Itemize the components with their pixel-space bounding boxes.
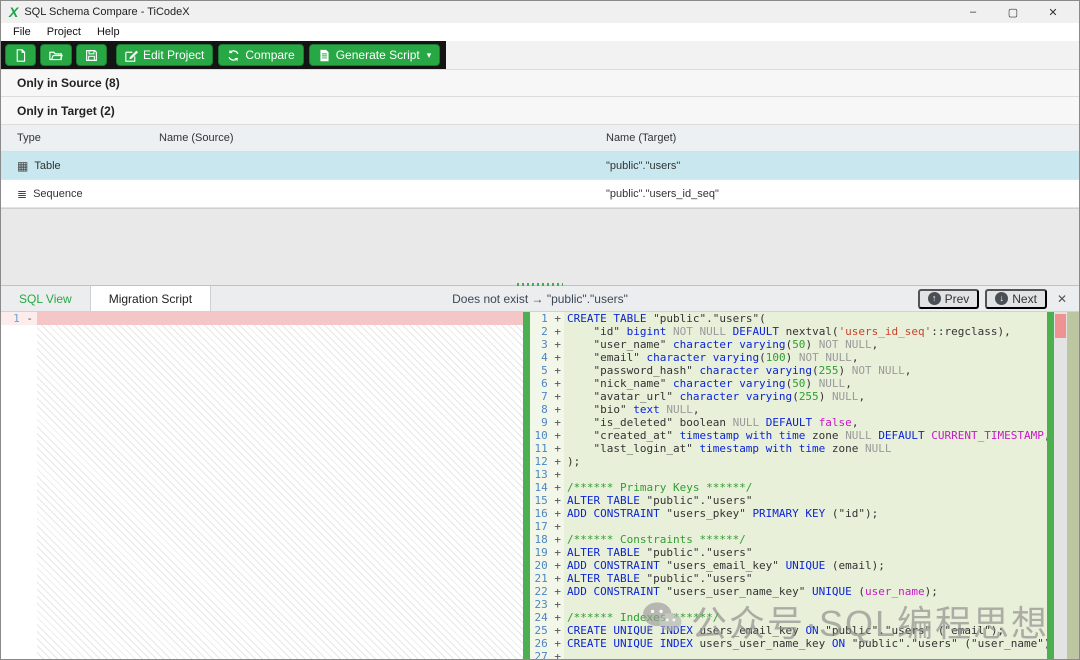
title-bar: X SQL Schema Compare - TiCodeX – ▢ ✕ — [1, 1, 1079, 23]
tab-sql-view[interactable]: SQL View — [1, 286, 90, 311]
diff-added-line: 9 + "is_deleted" boolean NULL DEFAULT fa… — [530, 416, 1047, 429]
toolbar: Edit Project Compare Generate Script ▾ — [1, 41, 446, 69]
prev-label: Prev — [945, 292, 970, 306]
diff-added-line: 8 + "bio" text NULL, — [530, 403, 1047, 416]
only-in-target-label: Only in Target (2) — [17, 104, 115, 118]
sync-icon — [227, 49, 240, 62]
diff-added-line: 25 +CREATE UNIQUE INDEX users_email_key … — [530, 624, 1047, 637]
file-button-group — [5, 44, 107, 66]
next-button[interactable]: ↓ Next — [985, 289, 1047, 309]
diff-left-line-number: 1 - — [1, 312, 37, 325]
script-file-icon — [318, 49, 331, 62]
diff-added-line: 21 +ALTER TABLE "public"."users" — [530, 572, 1047, 585]
diff-added-line: 16 +ADD CONSTRAINT "users_pkey" PRIMARY … — [530, 507, 1047, 520]
diff-added-line: 10 + "created_at" timestamp with time zo… — [530, 429, 1047, 442]
diff-empty-hatch — [37, 325, 523, 659]
table-row[interactable]: ▦ Table "public"."users" — [1, 152, 1079, 180]
diff-left-gutter — [1, 312, 37, 659]
diff-added-line: 19 +ALTER TABLE "public"."users" — [530, 546, 1047, 559]
diff-view: 1 - 1 +CREATE TABLE "public"."users"(2 +… — [1, 312, 1079, 659]
tab-migration-script[interactable]: Migration Script — [90, 286, 211, 311]
maximize-icon[interactable]: ▢ — [993, 6, 1033, 19]
new-project-button[interactable] — [5, 44, 36, 66]
arrow-down-circle-icon: ↓ — [995, 292, 1008, 305]
row-name-target: "public"."users" — [606, 160, 1079, 172]
diff-added-line: 11 + "last_login_at" timestamp with time… — [530, 442, 1047, 455]
diff-added-line: 24 +/****** Indexes ******/ — [530, 611, 1047, 624]
diff-added-line: 12 +); — [530, 455, 1047, 468]
diff-left-pane: 1 - — [1, 312, 523, 659]
next-label: Next — [1012, 292, 1037, 306]
toolbar-row: Edit Project Compare Generate Script ▾ — [1, 41, 1079, 69]
section-only-in-source[interactable]: Only in Source (8) — [1, 69, 1079, 97]
diff-added-line: 7 + "avatar_url" character varying(255) … — [530, 390, 1047, 403]
diff-added-line: 23 + — [530, 598, 1047, 611]
prev-button[interactable]: ↑ Prev — [918, 289, 980, 309]
only-in-source-label: Only in Source (8) — [17, 76, 120, 90]
diff-overview-ruler[interactable] — [1067, 312, 1079, 659]
row-type-label: Sequence — [33, 188, 83, 200]
diff-added-line: 3 + "user_name" character varying(50) NO… — [530, 338, 1047, 351]
diff-added-line: 26 +CREATE UNIQUE INDEX users_user_name_… — [530, 637, 1047, 650]
generate-script-label: Generate Script — [336, 48, 420, 62]
diff-nav-actions: ↑ Prev ↓ Next ✕ — [918, 286, 1079, 311]
grid-header: Type Name (Source) Name (Target) — [1, 125, 1079, 152]
compare-button[interactable]: Compare — [218, 44, 303, 66]
diff-added-line: 17 + — [530, 520, 1047, 533]
edit-project-button[interactable]: Edit Project — [116, 44, 213, 66]
menu-file[interactable]: File — [5, 26, 39, 38]
diff-deleted-marker — [1055, 314, 1066, 338]
diff-right-edge-bar — [1047, 312, 1054, 659]
edit-pencil-icon — [125, 49, 138, 62]
close-icon[interactable]: ✕ — [1033, 6, 1073, 19]
column-header-name-source[interactable]: Name (Source) — [159, 132, 606, 144]
open-project-button[interactable] — [40, 44, 72, 66]
column-header-name-target[interactable]: Name (Target) — [606, 132, 1079, 144]
diff-added-line: 5 + "password_hash" character varying(25… — [530, 364, 1047, 377]
sequence-list-icon: ≣ — [17, 187, 27, 201]
diff-added-line: 13 + — [530, 468, 1047, 481]
row-type-label: Table — [34, 160, 60, 172]
diff-added-line: 27 + — [530, 650, 1047, 659]
chevron-down-icon: ▾ — [427, 50, 432, 61]
new-file-icon — [14, 49, 27, 62]
diff-added-line: 4 + "email" character varying(100) NOT N… — [530, 351, 1047, 364]
table-row[interactable]: ≣ Sequence "public"."users_id_seq" — [1, 180, 1079, 208]
folder-open-icon — [49, 49, 63, 62]
section-only-in-target[interactable]: Only in Target (2) — [1, 97, 1079, 125]
menu-bar: File Project Help — [1, 23, 1079, 41]
bottom-panel-header: SQL View Migration Script Does not exist… — [1, 285, 1079, 312]
app-logo-icon: X — [9, 4, 18, 20]
table-grid-icon: ▦ — [17, 159, 28, 173]
diff-right-pane[interactable]: 1 +CREATE TABLE "public"."users"(2 + "id… — [530, 312, 1047, 659]
window-title: SQL Schema Compare - TiCodeX — [24, 6, 189, 18]
diff-added-line: 2 + "id" bigint NOT NULL DEFAULT nextval… — [530, 325, 1047, 338]
menu-help[interactable]: Help — [89, 26, 128, 38]
generate-script-button[interactable]: Generate Script ▾ — [309, 44, 441, 66]
grid-empty-area — [1, 208, 1079, 285]
diff-added-line: 6 + "nick_name" character varying(50) NU… — [530, 377, 1047, 390]
diff-deleted-line — [37, 312, 523, 325]
diff-added-line: 14 +/****** Primary Keys ******/ — [530, 481, 1047, 494]
splitter-handle[interactable] — [517, 282, 563, 286]
diff-close-icon[interactable]: ✕ — [1053, 292, 1071, 306]
diff-scrollbar[interactable] — [1054, 312, 1067, 659]
edit-project-label: Edit Project — [143, 48, 204, 62]
diff-added-line: 22 +ADD CONSTRAINT "users_user_name_key"… — [530, 585, 1047, 598]
menu-project[interactable]: Project — [39, 26, 89, 38]
diff-added-line: 1 +CREATE TABLE "public"."users"( — [530, 312, 1047, 325]
window-controls: – ▢ ✕ — [953, 6, 1073, 19]
save-icon — [85, 49, 98, 62]
save-project-button[interactable] — [76, 44, 107, 66]
diff-added-line: 15 +ALTER TABLE "public"."users" — [530, 494, 1047, 507]
arrow-up-circle-icon: ↑ — [928, 292, 941, 305]
app-window: X SQL Schema Compare - TiCodeX – ▢ ✕ Fil… — [0, 0, 1080, 660]
minimize-icon[interactable]: – — [953, 6, 993, 18]
row-name-target: "public"."users_id_seq" — [606, 188, 1079, 200]
compare-label: Compare — [245, 48, 294, 62]
column-header-type[interactable]: Type — [1, 132, 159, 144]
diff-divider-bar[interactable] — [523, 312, 530, 659]
diff-added-line: 18 +/****** Constraints ******/ — [530, 533, 1047, 546]
diff-added-line: 20 +ADD CONSTRAINT "users_email_key" UNI… — [530, 559, 1047, 572]
